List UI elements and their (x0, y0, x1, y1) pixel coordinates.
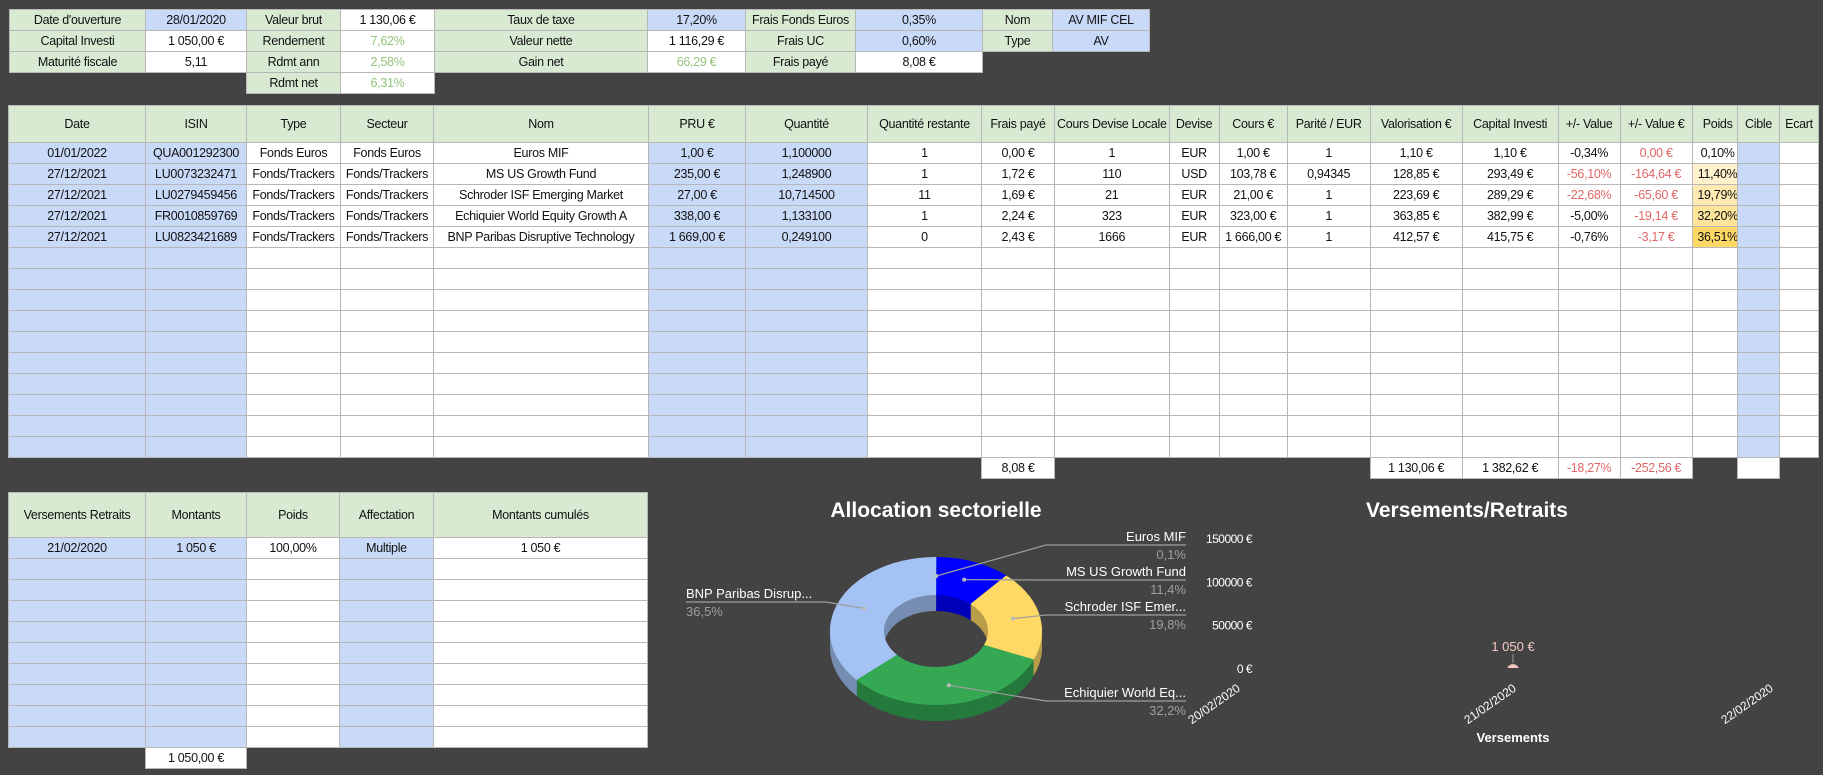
y-tick-label: 0 € (1237, 662, 1253, 676)
pie-value-label: 0,1% (1156, 547, 1186, 562)
leader-dot (934, 574, 939, 579)
x-tick-label: 22/02/2020 (1718, 681, 1775, 727)
pie-label: Euros MIF (1126, 529, 1186, 544)
data-label: 1 050 € (1491, 639, 1535, 654)
leader-dot (962, 577, 967, 582)
x-axis-title: Versements (1477, 730, 1550, 745)
x-tick-label: 21/02/2020 (1461, 681, 1518, 727)
leader-dot (946, 683, 951, 688)
pie-label: Echiquier World Eq... (1064, 685, 1186, 700)
pie-value-label: 11,4% (1150, 582, 1186, 597)
pie-label: Schroder ISF Emer... (1065, 599, 1186, 614)
pie-slice (830, 557, 936, 680)
pie-label: BNP Paribas Disrup... (686, 586, 812, 601)
leader-dot (861, 606, 866, 611)
y-tick-label: 100000 € (1206, 575, 1253, 589)
y-tick-label: 150000 € (1206, 532, 1253, 546)
pie-value-label: 19,8% (1149, 617, 1186, 632)
leader-dot (1010, 616, 1015, 621)
point-mask (1440, 668, 1590, 678)
pie-value-label: 36,5% (686, 604, 723, 619)
y-tick-label: 50000 € (1212, 619, 1253, 633)
x-tick-label: 20/02/2020 (1185, 681, 1242, 727)
pie-value-label: 32,2% (1149, 703, 1186, 718)
charts-canvas: Euros MIF 0,1% MS US Growth Fund 11,4% Schro… (686, 529, 1776, 745)
pie-label: MS US Growth Fund (1066, 564, 1186, 579)
